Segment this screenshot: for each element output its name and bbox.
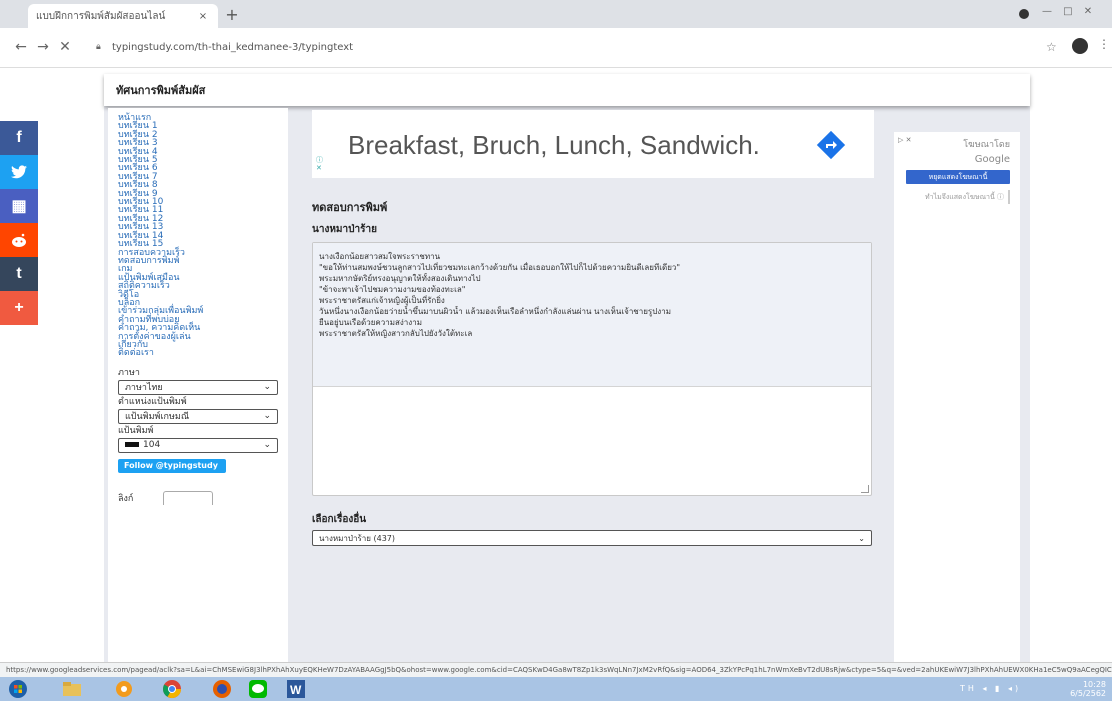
keyboard-select[interactable]: 104 ⌄	[118, 437, 278, 453]
sidebar: หน้าแรก บทเรียน 1 บทเรียน 2 บทเรียน 3 บทเรีย…	[108, 108, 288, 662]
reddit-share-icon[interactable]	[0, 223, 38, 257]
text-line: "ข้าจะพาเจ้าไปชมความงามของท้องทะเล"	[319, 285, 466, 294]
sidebar-footer: ลิงก์	[118, 490, 278, 505]
address-bar[interactable]: 🔒︎ typingstudy.com/th-thai_kedmanee-3/ty…	[86, 36, 986, 58]
adchoices-icon[interactable]: ▷ ✕	[898, 136, 911, 144]
lock-icon: 🔒︎	[96, 42, 101, 52]
keyboard-value: 104	[143, 440, 161, 451]
layout-label: ตำแหน่งแป้นพิมพ์	[118, 396, 187, 407]
extension-icon[interactable]	[1072, 38, 1088, 54]
sidebar-footer-box	[163, 490, 214, 505]
story-select[interactable]: นางหมาป่าร้าย (437) ⌄	[312, 530, 872, 546]
menu-dots-icon[interactable]: ⋮	[1098, 37, 1110, 51]
media-player-icon[interactable]	[112, 679, 136, 699]
right-ad: ▷ ✕ โฆษณาโดย Google หยุดแสดงโฆษณานี้ ทำไ…	[894, 132, 1020, 662]
web-page: ทัศนการพิมพ์สัมผัส หน้าแรก บทเรียน 1 บทเรี…	[0, 68, 1112, 662]
line-icon[interactable]	[246, 679, 270, 699]
ad-close-icon[interactable]: ✕	[316, 164, 322, 172]
ad-info-icon[interactable]: ⓘ ✕	[316, 156, 323, 172]
tab-title: แบบฝึกการพิมพ์สัมผัสออนไลน์	[36, 10, 166, 22]
clock-time: 10:28	[1082, 680, 1106, 689]
reddit-alien-icon	[12, 233, 26, 247]
choose-story-label: เลือกเรื่องอื่น	[312, 514, 367, 525]
main-content: ⓘ ✕ Breakfast, Bruch, Lunch, Sandwich. ทด…	[304, 108, 878, 662]
forward-icon[interactable]: →	[34, 38, 52, 56]
google-label: Google	[974, 154, 1010, 165]
keyboard-label: แป้นพิมพ์	[118, 425, 154, 436]
typing-test-heading: ทดสอบการพิมพ์	[312, 201, 388, 214]
ad-banner[interactable]: ⓘ ✕ Breakfast, Bruch, Lunch, Sandwich.	[312, 110, 874, 178]
text-line: "ขอให้ท่านสมพงษ์ชวนลูกสาวไปเที่ยวชมทะเลก…	[319, 263, 681, 272]
twitter-follow-label: Follow @typingstudy	[124, 461, 218, 471]
story-title: นางหมาป่าร้าย	[312, 224, 377, 235]
sidebar-link[interactable]: ติดต่อเรา	[118, 349, 278, 358]
chevron-down-icon: ⌄	[263, 440, 271, 451]
sidebar-link[interactable]: ทดสอบการพิมพ์	[118, 256, 278, 265]
text-line: นางเงือกน้อยสาวสมใจพระราชทาน	[319, 252, 441, 261]
directions-arrow-icon[interactable]	[816, 130, 846, 160]
word-icon[interactable]: W	[284, 679, 308, 699]
text-line: พระมหากษัตริย์ทรงอนุญาตให้ทั้งสองเดินทาง…	[319, 274, 481, 283]
text-line: พระราชาตรัสให้หญิงสาวกลับไปยังวังใต้ทะเล	[319, 329, 473, 338]
twitter-follow-button[interactable]: Follow @typingstudy	[118, 458, 226, 473]
system-tray[interactable]: TH ◂ ▮ ◂)	[960, 684, 1021, 693]
twitter-bird-icon	[11, 165, 27, 179]
language-label: ภาษา	[118, 367, 140, 378]
story-select-value: นางหมาป่าร้าย (437)	[319, 533, 396, 543]
chevron-down-icon: ⌄	[858, 533, 865, 543]
chevron-down-icon: ⌄	[263, 411, 271, 422]
sidebar-menu: หน้าแรก บทเรียน 1 บทเรียน 2 บทเรียน 3 บทเรีย…	[118, 113, 278, 358]
ads-by-label: โฆษณาโดย	[963, 140, 1010, 150]
stop-icon[interactable]: ✕	[56, 38, 74, 56]
facebook-share-icon[interactable]: f	[0, 121, 38, 155]
tumblr-share-icon[interactable]: t	[0, 257, 38, 291]
more-share-icon[interactable]: +	[0, 291, 38, 325]
back-icon[interactable]: ←	[12, 38, 30, 56]
sidebar-link[interactable]: สถิติความเร็ว	[118, 281, 278, 290]
window-controls[interactable]: — □ ✕	[1042, 6, 1096, 17]
keyboard-flag-icon	[125, 442, 139, 448]
chevron-down-icon: ⌄	[263, 382, 271, 393]
clock[interactable]: 10:28 6/5/2562	[1070, 680, 1106, 698]
text-line: วันหนึ่งนางเงือกน้อยว่ายน้ำขึ้นมาบนผิวน้…	[319, 307, 671, 316]
taskbar: W TH ◂ ▮ ◂) 10:28 6/5/2562	[0, 677, 1112, 701]
new-tab-button[interactable]: +	[222, 5, 242, 25]
text-line: พระราชาตรัสแก่เจ้าหญิงผู้เป็นที่รักยิ่ง	[319, 296, 445, 305]
language-select[interactable]: ภาษาไทย ⌄	[118, 379, 278, 395]
twitter-share-icon[interactable]	[0, 155, 38, 189]
stop-ad-button[interactable]: หยุดแสดงโฆษณานี้	[906, 170, 1010, 184]
chrome-icon[interactable]	[160, 679, 184, 699]
language-value: ภาษาไทย	[125, 383, 163, 394]
address-url: typingstudy.com/th-thai_kedmanee-3/typin…	[112, 41, 354, 53]
grid-share-icon[interactable]: ▦	[0, 189, 38, 223]
target-text: นางเงือกน้อยสาวสมใจพระราชทาน "ขอให้ท่านสม…	[313, 243, 871, 387]
text-line: ยืนอยู่บนเรือด้วยความสง่างาม	[319, 318, 422, 327]
status-url: https://www.googleadservices.com/pagead/…	[0, 662, 1112, 677]
why-ad-button[interactable]: ทำไมจึงแสดงโฆษณานี้ ⓘ	[906, 190, 1010, 204]
ad-text[interactable]: Breakfast, Bruch, Lunch, Sandwich.	[348, 130, 760, 161]
sidebar-link[interactable]: วิดีโอ	[118, 290, 278, 299]
layout-select[interactable]: แป้นพิมพ์เกษมณี ⌄	[118, 408, 278, 424]
clock-date: 6/5/2562	[1070, 689, 1106, 698]
site-header: ทัศนการพิมพ์สัมผัส	[104, 74, 1030, 106]
start-button-icon[interactable]	[6, 679, 30, 699]
browser-tab[interactable]: แบบฝึกการพิมพ์สัมผัสออนไลน์ ×	[28, 4, 218, 28]
tab-close-icon[interactable]: ×	[196, 11, 210, 22]
browser-tab-bar: แบบฝึกการพิมพ์สัมผัสออนไลน์ × + — □ ✕	[0, 0, 1112, 28]
firefox-icon[interactable]	[210, 679, 234, 699]
layout-value: แป้นพิมพ์เกษมณี	[125, 412, 190, 423]
profile-icon[interactable]	[1019, 9, 1029, 19]
browser-toolbar: ← → ✕ 🔒︎ typingstudy.com/th-thai_kedmane…	[0, 28, 1112, 68]
file-explorer-icon[interactable]	[60, 679, 84, 699]
sidebar-footer-label: ลิงก์	[118, 493, 134, 504]
svg-text:W: W	[290, 683, 302, 697]
bookmark-star-icon[interactable]: ☆	[1046, 40, 1057, 54]
resize-grip-icon[interactable]	[861, 485, 869, 493]
typing-area[interactable]: นางเงือกน้อยสาวสมใจพระราชทาน "ขอให้ท่านสม…	[312, 242, 872, 496]
site-title[interactable]: ทัศนการพิมพ์สัมผัส	[116, 81, 205, 99]
share-bar: f ▦ t +	[0, 121, 38, 325]
